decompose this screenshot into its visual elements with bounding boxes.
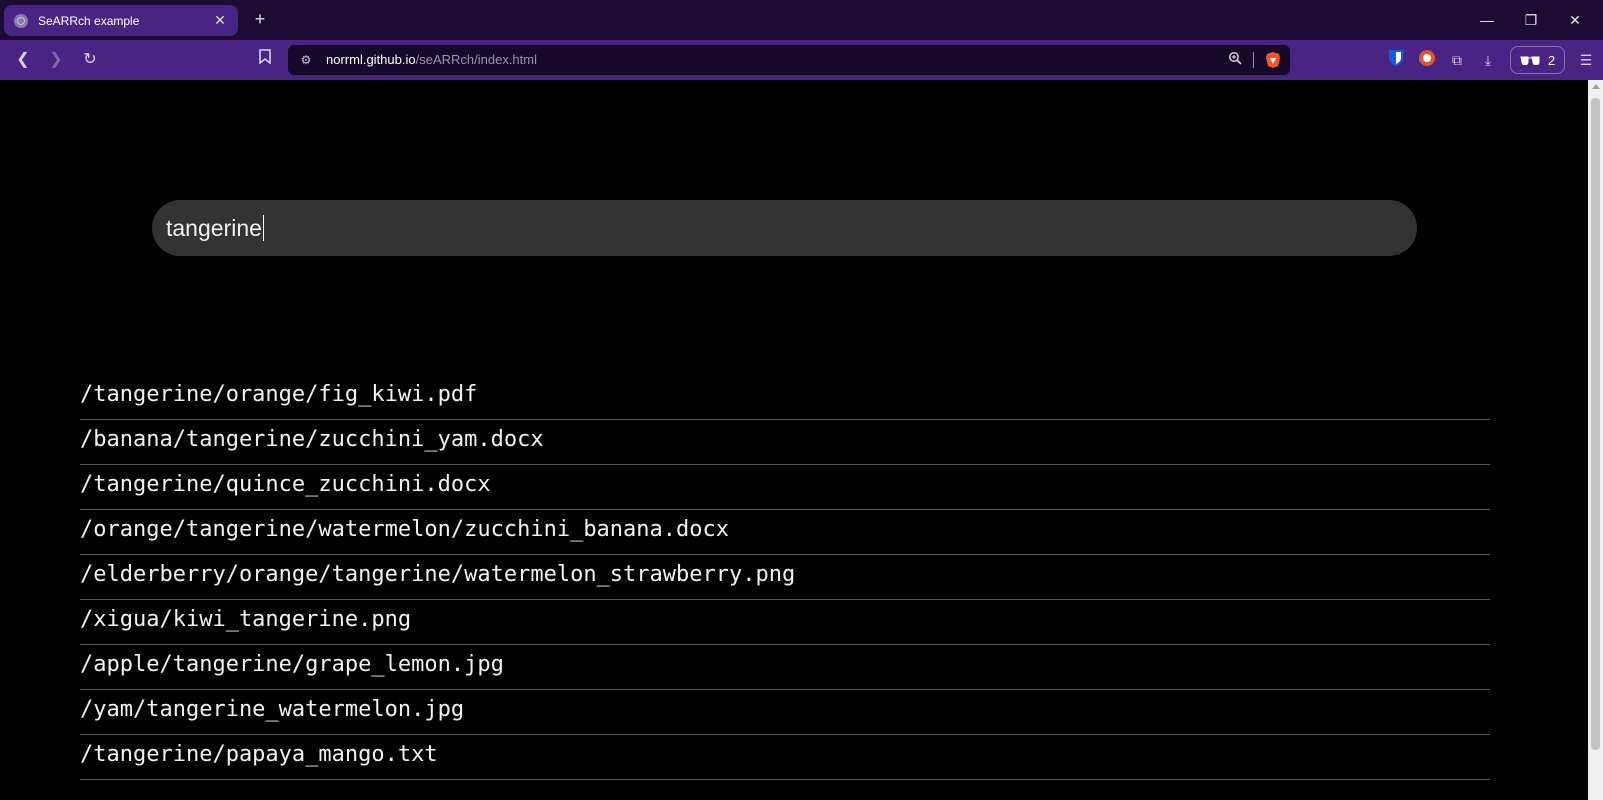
- address-bar[interactable]: ⚙ norrml.github.io/seARRch/index.html: [288, 45, 1290, 75]
- extensions-icon[interactable]: ⧉: [1446, 49, 1468, 71]
- browser-tab[interactable]: SeARRch example ✕: [4, 5, 238, 36]
- restore-button[interactable]: ❐: [1519, 8, 1543, 32]
- reload-button[interactable]: ↻: [78, 48, 102, 72]
- duckduckgo-icon[interactable]: [1416, 49, 1438, 71]
- text-caret: [262, 215, 264, 241]
- bookmark-button[interactable]: [253, 48, 277, 72]
- page-content: tangerine /tangerine/orange/fig_kiwi.pdf…: [0, 80, 1588, 800]
- tab-close-icon[interactable]: ✕: [212, 12, 228, 29]
- result-item[interactable]: /apple/tangerine/grape_lemon.jpg: [80, 645, 1490, 690]
- globe-icon: [14, 13, 28, 28]
- scroll-thumb[interactable]: [1591, 98, 1600, 750]
- page-scrollbar[interactable]: [1588, 80, 1603, 800]
- brave-shields-icon[interactable]: [1264, 51, 1282, 69]
- private-window-profile[interactable]: 2: [1510, 46, 1565, 74]
- result-item[interactable]: /banana/tangerine/zucchini_yam.docx: [80, 420, 1490, 465]
- profile-count: 2: [1547, 52, 1556, 68]
- result-item[interactable]: /tangerine/quince_zucchini.docx: [80, 465, 1490, 510]
- tab-title: SeARRch example: [38, 13, 140, 28]
- results-list: /tangerine/orange/fig_kiwi.pdf /banana/t…: [80, 375, 1490, 780]
- result-item[interactable]: /yam/tangerine_watermelon.jpg: [80, 690, 1490, 735]
- back-button[interactable]: ❮: [11, 48, 35, 72]
- result-item[interactable]: /tangerine/orange/fig_kiwi.pdf: [80, 375, 1490, 420]
- site-settings-icon[interactable]: ⚙: [298, 52, 314, 68]
- zoom-icon[interactable]: [1226, 51, 1244, 69]
- bitwarden-icon[interactable]: [1385, 49, 1407, 71]
- glasses-icon: [1520, 56, 1540, 65]
- search-input[interactable]: tangerine: [152, 200, 1417, 256]
- bookmark-icon: [259, 49, 271, 65]
- result-item[interactable]: /orange/tangerine/watermelon/zucchini_ba…: [80, 510, 1490, 555]
- url-text[interactable]: norrml.github.io/seARRch/index.html: [326, 52, 537, 67]
- menu-icon[interactable]: ☰: [1575, 49, 1597, 71]
- result-item[interactable]: /tangerine/papaya_mango.txt: [80, 735, 1490, 780]
- title-bar: SeARRch example ✕ + — ❐ ✕: [0, 0, 1603, 40]
- scroll-up-arrow-icon[interactable]: [1592, 84, 1600, 89]
- browser-toolbar: ❮ ❯ ↻ ⚙ norrml.github.io/seARRch/index.h…: [0, 40, 1603, 80]
- forward-button[interactable]: ❯: [44, 48, 68, 72]
- download-icon[interactable]: ⤓: [1477, 49, 1499, 71]
- new-tab-button[interactable]: +: [250, 9, 270, 29]
- url-divider: [1253, 52, 1254, 68]
- result-item[interactable]: /xigua/kiwi_tangerine.png: [80, 600, 1490, 645]
- window-close-button[interactable]: ✕: [1563, 8, 1587, 32]
- search-input-value[interactable]: tangerine: [166, 215, 262, 242]
- minimize-button[interactable]: —: [1475, 8, 1499, 32]
- result-item[interactable]: /elderberry/orange/tangerine/watermelon_…: [80, 555, 1490, 600]
